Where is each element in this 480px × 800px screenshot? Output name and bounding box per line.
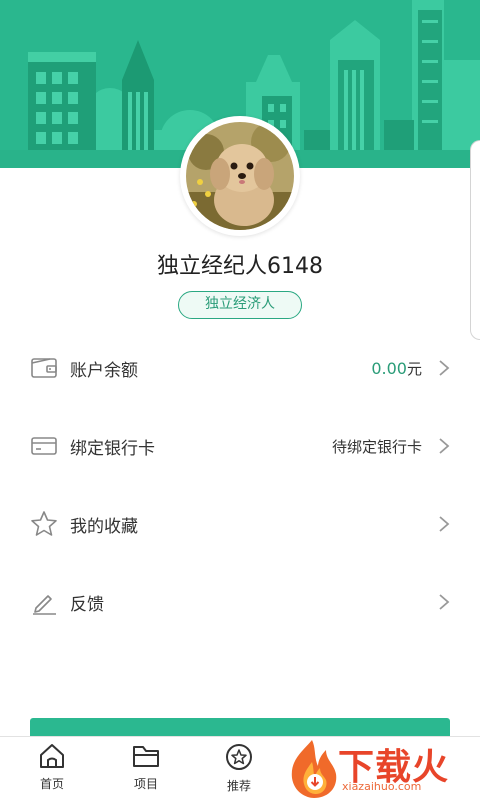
profile-name: 独立经纪人6148 — [157, 254, 323, 279]
nav-label-home: 首页 — [39, 777, 64, 791]
nav-label-recommend: 推荐 — [226, 779, 251, 793]
chevron-right-icon — [439, 594, 450, 610]
nav-item-projects[interactable]: 项目 — [116, 743, 176, 799]
pencil-icon — [33, 595, 56, 615]
favorites-label: 我的收藏 — [70, 516, 138, 537]
bank-card-status: 待绑定银行卡 — [331, 437, 422, 456]
menu-item-feedback[interactable]: 反馈 — [0, 563, 480, 641]
nav-item-home[interactable]: 首页 — [22, 743, 82, 799]
bank-card-icon — [31, 437, 57, 455]
bank-card-label: 绑定银行卡 — [70, 438, 155, 459]
star-icon — [31, 511, 57, 536]
menu-item-balance[interactable]: 账户余额 0.00元 — [0, 329, 480, 407]
watermark-logo: 下载火 xiazaihuo.com — [282, 736, 480, 800]
wallet-icon — [31, 358, 57, 378]
menu-item-bank-card[interactable]: 绑定银行卡 待绑定银行卡 — [0, 407, 480, 485]
watermark-url: xiazaihuo.com — [342, 780, 422, 793]
balance-label: 账户余额 — [70, 360, 138, 381]
feedback-label: 反馈 — [70, 594, 104, 615]
chevron-right-icon — [439, 516, 450, 532]
chevron-right-icon — [439, 360, 450, 376]
balance-value: 0.00元 — [371, 358, 422, 379]
puppy-avatar-image — [186, 122, 294, 230]
balance-amount: 0.00 — [371, 358, 407, 378]
flame-icon — [291, 740, 337, 798]
side-edge-handle[interactable] — [470, 140, 480, 340]
home-icon — [40, 744, 64, 768]
nav-item-recommend[interactable]: 推荐 — [209, 743, 269, 799]
avatar-frame[interactable] — [180, 116, 300, 236]
avatar[interactable] — [186, 122, 294, 230]
menu-item-favorites[interactable]: 我的收藏 — [0, 485, 480, 563]
balance-unit: 元 — [406, 359, 422, 378]
folder-icon — [133, 746, 159, 767]
chevron-right-icon — [439, 438, 450, 454]
role-badge: 独立经济人 — [178, 291, 302, 319]
nav-label-projects: 项目 — [133, 777, 158, 791]
star-circle-icon — [226, 744, 252, 770]
